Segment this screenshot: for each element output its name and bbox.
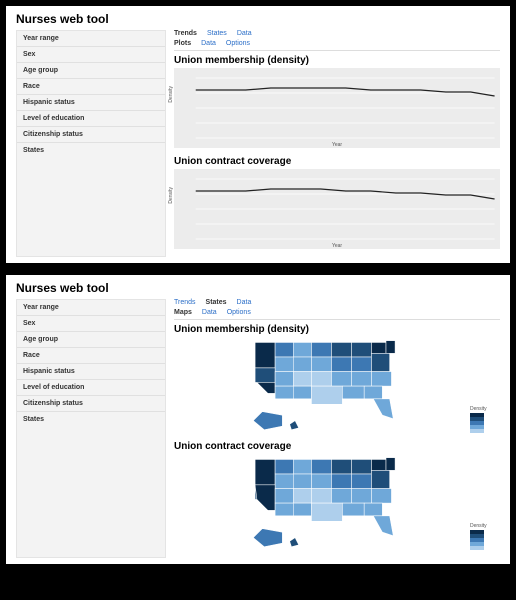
sidebar-item-label: Level of education [23,115,84,122]
sidebar-item-label: Sex [23,51,35,58]
sidebar-item-level-of-education[interactable]: Level of education [17,111,165,127]
sidebar-item-hispanic-status[interactable]: Hispanic status [17,364,165,380]
sidebar-item-age-group[interactable]: Age group [17,63,165,79]
map-legend: Density [470,523,500,550]
trends-view-panel: Nurses web tool Year range Sex Age group… [4,4,512,265]
sidebar-item-year-range[interactable]: Year range [17,31,165,47]
sidebar-item-label: Age group [23,336,58,343]
subtab-options[interactable]: Options [227,309,251,316]
map-membership: Density [174,337,500,437]
states-view-panel: Nurses web tool Year range Sex Age group… [4,273,512,566]
filter-sidebar: Year range Sex Age group Race Hispanic s… [16,299,166,558]
legend-swatch [470,546,484,550]
legend-swatch [470,429,484,433]
main-content: Trends States Data Maps Data Options Uni… [174,299,500,558]
us-map-icon [246,454,428,554]
top-tabs: Trends States Data [174,299,500,306]
sidebar-item-sex[interactable]: Sex [17,316,165,332]
app-title: Nurses web tool [16,12,500,26]
sidebar-item-citizenship-status[interactable]: Citizenship status [17,396,165,412]
main-content: Trends States Data Plots Data Options Un… [174,30,500,257]
map-title-membership: Union membership (density) [174,324,500,335]
app-title: Nurses web tool [16,281,500,295]
legend-label: Density [470,406,500,412]
map-coverage: Density [174,454,500,554]
tab-trends[interactable]: Trends [174,30,197,37]
chart-coverage: Density Year [174,169,500,249]
top-tabs: Trends States Data [174,30,500,37]
subtab-maps[interactable]: Maps [174,309,192,316]
sidebar-item-label: Citizenship status [23,400,83,407]
map-legend: Density [470,406,500,433]
sidebar-item-label: Year range [23,304,59,311]
line-membership [196,88,495,96]
tab-states[interactable]: States [206,299,227,306]
sidebar-item-label: States [23,416,44,423]
sidebar-item-race[interactable]: Race [17,348,165,364]
sidebar-item-label: Hispanic status [23,99,75,106]
sidebar-item-label: Age group [23,67,58,74]
subtab-options[interactable]: Options [226,40,250,47]
tab-trends[interactable]: Trends [174,299,196,306]
sidebar-item-age-group[interactable]: Age group [17,332,165,348]
states-subtabs: Maps Data Options [174,309,500,320]
sidebar-item-label: Hispanic status [23,368,75,375]
filter-sidebar: Year range Sex Age group Race Hispanic s… [16,30,166,257]
sidebar-item-citizenship-status[interactable]: Citizenship status [17,127,165,143]
sidebar-item-label: Race [23,83,40,90]
sidebar-item-year-range[interactable]: Year range [17,300,165,316]
sidebar-item-label: Race [23,352,40,359]
subtab-data[interactable]: Data [201,40,216,47]
sidebar-item-label: Sex [23,320,35,327]
sidebar-item-states[interactable]: States [17,412,165,427]
chart-title-membership: Union membership (density) [174,55,500,66]
map-title-coverage: Union contract coverage [174,441,500,452]
chart-title-coverage: Union contract coverage [174,156,500,167]
tab-data[interactable]: Data [237,30,252,37]
legend-label: Density [470,523,500,529]
sidebar-item-sex[interactable]: Sex [17,47,165,63]
subtab-data[interactable]: Data [202,309,217,316]
tab-states[interactable]: States [207,30,227,37]
sidebar-item-race[interactable]: Race [17,79,165,95]
sidebar-item-level-of-education[interactable]: Level of education [17,380,165,396]
trends-subtabs: Plots Data Options [174,40,500,51]
sidebar-item-label: Level of education [23,384,84,391]
tab-data[interactable]: Data [237,299,252,306]
sidebar-item-label: States [23,147,44,154]
sidebar-item-label: Year range [23,35,59,42]
sidebar-item-states[interactable]: States [17,143,165,158]
us-map-icon [246,337,428,437]
sidebar-item-hispanic-status[interactable]: Hispanic status [17,95,165,111]
subtab-plots[interactable]: Plots [174,40,191,47]
chart-membership: Density Year [174,68,500,148]
sidebar-item-label: Citizenship status [23,131,83,138]
